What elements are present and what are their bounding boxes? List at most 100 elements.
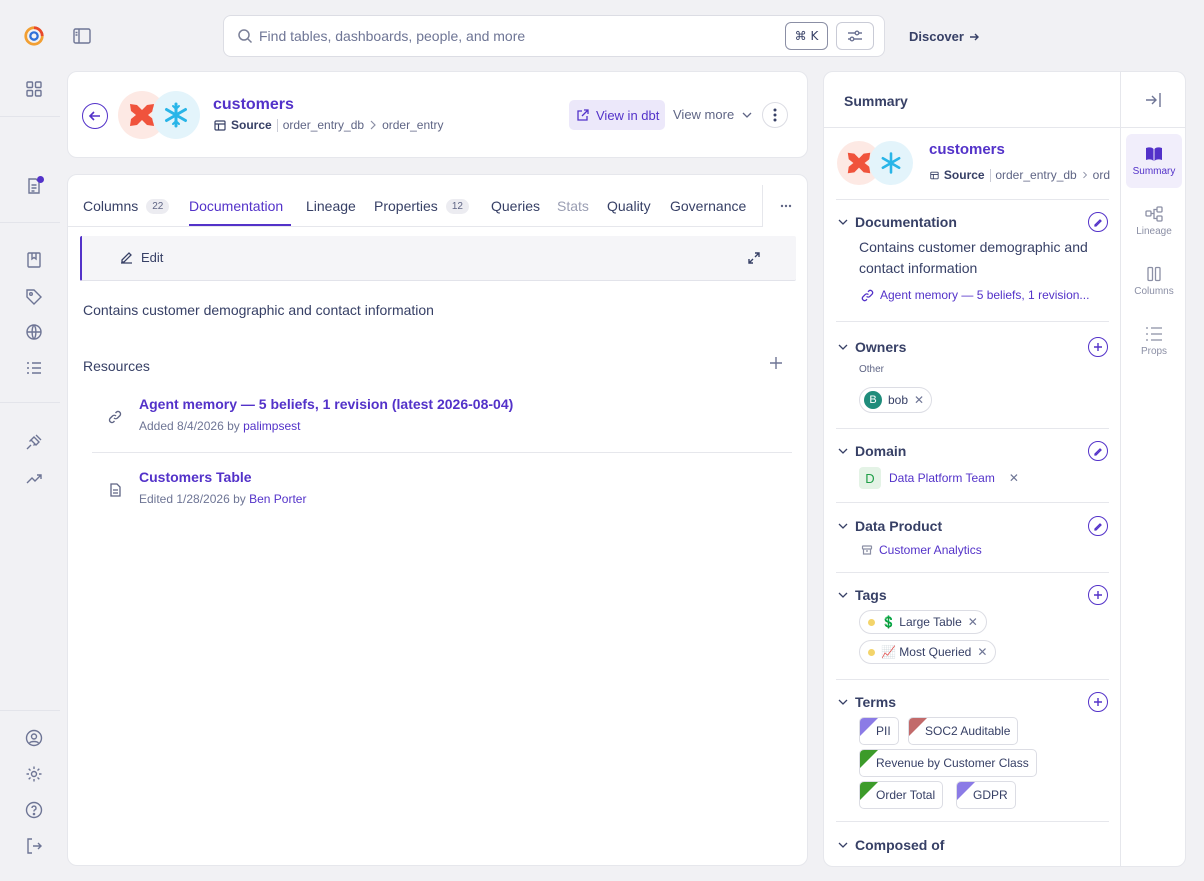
tab-queries[interactable]: Queries — [491, 198, 540, 214]
add-term-button[interactable] — [1088, 692, 1108, 712]
term-pill[interactable]: SOC2 Auditable — [908, 717, 1019, 745]
section-owners-toggle[interactable]: Owners — [838, 339, 906, 355]
resource-title[interactable]: Agent memory — 5 beliefs, 1 revision (la… — [139, 396, 513, 412]
breadcrumb-schema[interactable]: ord — [1093, 168, 1110, 182]
search-input[interactable]: Find tables, dashboards, people, and mor… — [259, 28, 525, 44]
tab-governance[interactable]: Governance — [670, 198, 746, 214]
tab-columns[interactable]: Columns 22 — [83, 198, 170, 214]
back-button[interactable] — [82, 103, 108, 129]
resource-author-link[interactable]: palimpsest — [243, 419, 300, 433]
globe-icon[interactable] — [23, 321, 45, 343]
section-terms-toggle[interactable]: Terms — [838, 694, 896, 710]
divider — [92, 452, 792, 453]
side-tab-columns[interactable]: Columns — [1126, 254, 1182, 308]
owner-group-label: Other — [859, 364, 885, 375]
edit-data-product-button[interactable] — [1088, 516, 1108, 536]
summary-documentation-text: Contains customer demographic and contac… — [859, 239, 1088, 276]
term-pill[interactable]: Revenue by Customer Class — [859, 749, 1037, 777]
search-icon — [237, 28, 253, 44]
view-more-dropdown[interactable]: View more — [673, 107, 752, 122]
domain-item[interactable]: D Data Platform Team ✕ — [859, 467, 1019, 489]
global-search[interactable]: Find tables, dashboards, people, and mor… — [223, 15, 885, 57]
tag-pill[interactable]: 📈 Most Queried ✕ — [859, 640, 997, 664]
side-tab-summary[interactable]: Summary — [1126, 134, 1182, 188]
glossary-book-icon[interactable] — [23, 249, 45, 271]
list-icon[interactable] — [23, 357, 45, 379]
breadcrumb-database[interactable]: order_entry_db — [283, 118, 364, 132]
search-filters-button[interactable] — [836, 22, 874, 50]
resource-title[interactable]: Customers Table — [139, 469, 252, 485]
analytics-trend-icon[interactable] — [23, 467, 45, 489]
term-label: PII — [876, 724, 891, 738]
tasks-icon[interactable] — [23, 175, 45, 197]
remove-owner-icon[interactable]: ✕ — [914, 393, 924, 407]
sidebar-toggle-icon[interactable] — [72, 26, 92, 46]
side-tab-label: Summary — [1132, 165, 1176, 177]
arrow-left-icon — [88, 111, 100, 121]
expand-icon[interactable] — [747, 251, 761, 265]
edit-button[interactable]: Edit — [119, 250, 163, 265]
term-pill[interactable]: PII — [859, 717, 899, 745]
side-tab-lineage[interactable]: Lineage — [1126, 194, 1182, 248]
more-tabs-button[interactable] — [762, 185, 808, 226]
section-documentation-toggle[interactable]: Documentation — [838, 214, 957, 230]
properties-list-icon — [1146, 326, 1162, 341]
add-tag-button[interactable] — [1088, 585, 1108, 605]
term-pill[interactable]: GDPR — [956, 781, 1016, 809]
collapse-sidebar-icon[interactable] — [1144, 92, 1162, 108]
edit-documentation-button[interactable] — [1088, 212, 1108, 232]
lineage-icon — [1145, 205, 1163, 222]
entity-breadcrumb: Source order_entry_db order_entry — [214, 118, 443, 132]
chevron-down-icon — [838, 523, 848, 529]
tab-quality[interactable]: Quality — [607, 198, 651, 214]
help-icon[interactable] — [23, 799, 45, 821]
resource-meta-prefix: Added 8/4/2026 by — [139, 419, 240, 433]
tag-label: 📈 Most Queried — [881, 645, 972, 659]
side-tab-props[interactable]: Props — [1126, 314, 1182, 368]
logout-icon[interactable] — [23, 835, 45, 857]
remove-domain-icon[interactable]: ✕ — [1009, 471, 1019, 485]
breadcrumb-database[interactable]: order_entry_db — [995, 168, 1076, 182]
edit-domain-button[interactable] — [1088, 441, 1108, 461]
breadcrumb-schema[interactable]: order_entry — [382, 118, 443, 132]
tab-stats[interactable]: Stats — [557, 198, 589, 214]
resource-item[interactable]: Agent memory — 5 beliefs, 1 revision (la… — [83, 396, 791, 440]
tab-properties[interactable]: Properties 12 — [374, 198, 469, 214]
section-domain-toggle[interactable]: Domain — [838, 443, 906, 459]
discover-link[interactable]: Discover — [909, 29, 980, 44]
tab-label: Governance — [670, 198, 747, 214]
add-resource-button[interactable] — [769, 356, 783, 370]
tag-icon[interactable] — [23, 286, 45, 308]
add-owner-button[interactable] — [1088, 337, 1108, 357]
remove-tag-icon[interactable]: ✕ — [977, 645, 987, 659]
resource-author-link[interactable]: Ben Porter — [249, 492, 306, 506]
tab-label: Lineage — [306, 198, 356, 214]
domain-name[interactable]: Data Platform Team — [889, 471, 995, 485]
data-product-link[interactable]: Customer Analytics — [861, 543, 982, 557]
remove-tag-icon[interactable]: ✕ — [968, 615, 978, 629]
resource-item[interactable]: Customers Table Edited 1/28/2026 by Ben … — [83, 469, 791, 513]
term-pill[interactable]: Order Total — [859, 781, 944, 809]
view-in-dbt-label: View in dbt — [596, 107, 660, 123]
tab-documentation[interactable]: Documentation — [189, 198, 283, 214]
owner-name[interactable]: bob — [888, 393, 908, 407]
view-in-dbt-button[interactable]: View in dbt — [569, 100, 666, 130]
term-color-corner — [860, 718, 878, 736]
settings-gear-icon[interactable] — [23, 763, 45, 785]
owner-pill[interactable]: B bob ✕ — [859, 387, 933, 413]
plug-icon[interactable] — [23, 431, 45, 453]
app-logo-icon[interactable] — [23, 25, 45, 47]
profile-icon[interactable] — [23, 727, 45, 749]
summary-resource-link[interactable]: Agent memory — 5 beliefs, 1 revision... — [861, 288, 1089, 302]
home-grid-icon[interactable] — [23, 78, 45, 100]
section-tags-toggle[interactable]: Tags — [838, 587, 887, 603]
section-title: Tags — [855, 587, 887, 603]
discover-label: Discover — [909, 29, 964, 44]
summary-entity-name[interactable]: customers — [929, 141, 1005, 158]
tab-lineage[interactable]: Lineage — [306, 198, 356, 214]
chevron-down-icon — [838, 344, 848, 350]
section-composed-of-toggle[interactable]: Composed of — [838, 837, 944, 853]
tag-pill[interactable]: 💲 Large Table ✕ — [859, 610, 987, 634]
section-data-product-toggle[interactable]: Data Product — [838, 518, 942, 534]
more-actions-button[interactable] — [762, 102, 788, 128]
